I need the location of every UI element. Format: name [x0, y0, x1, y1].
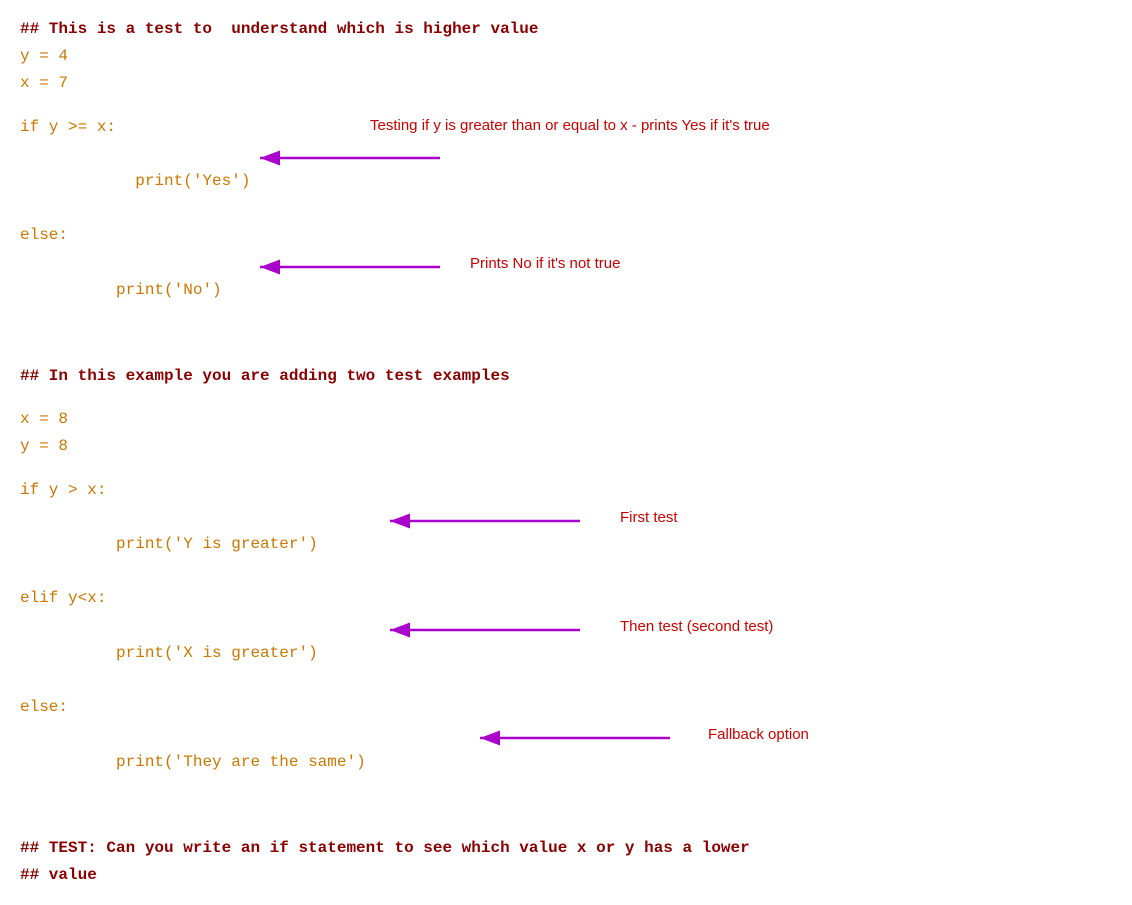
code-line-print-y-greater: print('Y is greater')	[20, 504, 318, 586]
code-line-x8: x = 8	[20, 406, 1112, 433]
code-line-else2: else:	[20, 694, 1112, 721]
code-line-else1: else:	[20, 222, 1112, 249]
code-line-if2: if y > x:	[20, 477, 1112, 504]
footer-comment-2: ## value	[20, 862, 1112, 889]
footer-comment-1: ## TEST: Can you write an if statement t…	[20, 835, 1112, 862]
arrow-same-svg	[470, 723, 680, 753]
arrow-yes-svg	[250, 143, 450, 173]
code-line-y4: y = 4	[20, 43, 1112, 70]
annotation-fallback: Fallback option	[708, 723, 809, 747]
annotation-no: Prints No if it's not true	[470, 252, 620, 276]
annotation-if1: Testing if y is greater than or equal to…	[370, 114, 770, 138]
arrow-y-greater-svg	[380, 506, 590, 536]
arrow-x-greater-svg	[380, 615, 590, 645]
arrow-no-svg	[250, 252, 450, 282]
code-line-x7: x = 7	[20, 70, 1112, 97]
code-line-elif: elif y<x:	[20, 585, 1112, 612]
code-line-print-yes: print('Yes')	[20, 141, 250, 223]
code-line-print-no: print('No')	[20, 250, 222, 332]
code-line-print-same: print('They are the same')	[20, 721, 366, 803]
comment-line-1: ## This is a test to understand which is…	[20, 16, 1112, 43]
comment-line-2: ## In this example you are adding two te…	[20, 363, 1112, 390]
annotation-first-test: First test	[620, 506, 678, 530]
code-line-y8: y = 8	[20, 433, 1112, 460]
code-area: ## This is a test to understand which is…	[20, 16, 1112, 889]
annotation-then-test: Then test (second test)	[620, 615, 773, 639]
code-line-print-x-greater: print('X is greater')	[20, 613, 318, 695]
